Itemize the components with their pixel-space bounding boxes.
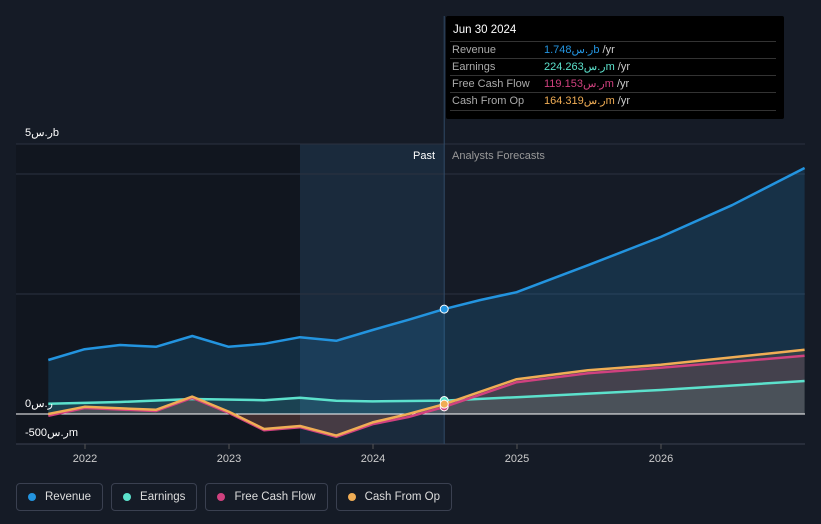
tooltip-row-fcf: Free Cash Flow 119.153ر.سm /yr [450,75,776,93]
label: Free Cash Flow [452,78,530,90]
x-tick-label-2023: 2023 [217,453,241,465]
legend-revenue[interactable]: Revenue [16,483,104,511]
y-tick-zero: 0ر.س [25,398,53,410]
tooltip-date: Jun 30 2024 [453,24,517,36]
dot-icon [347,493,356,501]
marker-cash-from-op [439,399,449,409]
label: Cash From Op [452,95,525,107]
label: Earnings [452,61,496,73]
past-label: Past [413,150,436,162]
dot-icon [123,493,132,501]
label: Free Cash Flow [234,491,316,503]
label: Cash From Op [364,491,441,503]
value: 119.153ر.سm /yr [544,78,630,90]
x-tick-label-2026: 2026 [649,453,673,465]
tooltip-row-revenue: Revenue 1.748ر.سb /yr [450,41,776,59]
legend-earnings[interactable]: Earnings [111,483,198,511]
value: 224.263ر.سm /yr [544,61,631,73]
forecast-label: Analysts Forecasts [452,150,545,162]
y-tick-bottom: -500ر.سm [25,427,78,439]
value: 1.748ر.سb /yr [544,44,615,56]
value: 164.319ر.سm /yr [544,95,631,107]
y-tick-top: 5ر.سb [25,127,60,139]
tooltip-row-earnings: Earnings 224.263ر.سm /yr [450,58,776,76]
x-tick-label-2022: 2022 [73,453,97,465]
label: Revenue [452,44,497,56]
label: Earnings [140,491,186,503]
dot-icon [28,493,36,501]
legend-free-cash-flow[interactable]: Free Cash Flow [205,483,328,511]
label: Revenue [45,491,92,503]
marker-revenue [439,304,449,314]
legend: Revenue Earnings Free Cash Flow Cash Fro… [16,483,453,511]
legend-cash-from-op[interactable]: Cash From Op [335,483,453,511]
tooltip-row-cfo: Cash From Op 164.319ر.سm /yr [450,92,776,111]
x-tick-label-2025: 2025 [505,453,529,465]
x-tick-label-2024: 2024 [361,453,385,465]
dot-icon [217,493,226,501]
tooltip: Jun 30 2024 Revenue 1.748ر.سb /yr Earning… [446,16,784,119]
